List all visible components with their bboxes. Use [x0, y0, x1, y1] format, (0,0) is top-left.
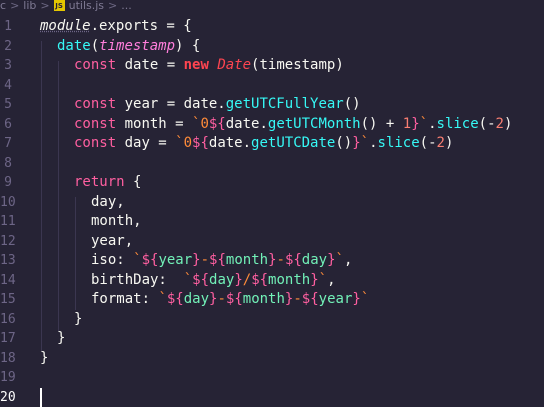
line-number: 14: [0, 271, 12, 291]
code-text: year,: [91, 232, 133, 252]
code-line: 7 const day = `0${date.getUTCDate()}`.sl…: [0, 134, 544, 154]
line-number-active: 20: [0, 388, 12, 407]
line-number: 5: [0, 95, 12, 115]
code-text: module.exports = {: [40, 17, 192, 37]
code-line: 13 iso: `${year}-${month}-${day}`,: [0, 251, 544, 271]
code-text: const date = new Date(timestamp): [74, 56, 344, 76]
code-line: 9 return {: [0, 173, 544, 193]
code-text: const year = date.getUTCFullYear(): [74, 95, 361, 115]
code-line: 3 const date = new Date(timestamp): [0, 56, 544, 76]
breadcrumb-item-root[interactable]: c: [0, 0, 6, 12]
line-number: 3: [0, 56, 12, 76]
line-number: 17: [0, 329, 12, 349]
code-line: 5 const year = date.getUTCFullYear(): [0, 95, 544, 115]
code-line-active: 20: [0, 388, 544, 407]
code-text: return {: [74, 173, 141, 193]
breadcrumb-item-more[interactable]: ...: [121, 0, 132, 12]
chevron-right-icon: >: [108, 0, 117, 12]
text-cursor: [40, 388, 42, 407]
line-number: 10: [0, 193, 12, 213]
line-number: 12: [0, 232, 12, 252]
javascript-file-icon: JS: [54, 0, 65, 11]
line-number: 4: [0, 76, 12, 96]
code-line: 16 }: [0, 310, 544, 330]
line-number: 11: [0, 212, 12, 232]
line-number: 2: [0, 37, 12, 57]
line-number: 15: [0, 290, 12, 310]
line-number: 13: [0, 251, 12, 271]
code-line: 1 module.exports = {: [0, 17, 544, 37]
line-number: 19: [0, 368, 12, 388]
code-line: 18 }: [0, 349, 544, 369]
code-text: date(timestamp) {: [57, 37, 200, 57]
code-line: 8: [0, 154, 544, 174]
code-line: 17 }: [0, 329, 544, 349]
line-number: 9: [0, 173, 12, 193]
code-text: const month = `0${date.getUTCMonth() + 1…: [74, 115, 512, 135]
code-editor[interactable]: 1 module.exports = { 2 date(timestamp) {…: [0, 12, 544, 401]
code-line: 12 year,: [0, 232, 544, 252]
breadcrumb-item-lib[interactable]: lib: [23, 0, 36, 12]
code-line: 2 date(timestamp) {: [0, 37, 544, 57]
line-number: 16: [0, 310, 12, 330]
code-text: }: [57, 329, 65, 349]
code-text: }: [74, 310, 82, 330]
code-text: iso: `${year}-${month}-${day}`,: [91, 251, 352, 271]
chevron-right-icon: >: [40, 0, 49, 12]
line-number: 6: [0, 115, 12, 135]
code-text: format: `${day}-${month}-${year}`: [91, 290, 369, 310]
code-line: 14 birthDay: `${day}/${month}`,: [0, 271, 544, 291]
line-number: 7: [0, 134, 12, 154]
code-line: 4: [0, 76, 544, 96]
code-line: 19: [0, 368, 544, 388]
code-text: birthDay: `${day}/${month}`,: [91, 271, 336, 291]
line-number: 1: [0, 17, 12, 37]
line-number: 18: [0, 349, 12, 369]
code-line: 6 const month = `0${date.getUTCMonth() +…: [0, 115, 544, 135]
code-text: }: [40, 349, 48, 369]
code-line: 15 format: `${day}-${month}-${year}`: [0, 290, 544, 310]
code-line: 11 month,: [0, 212, 544, 232]
code-text: const day = `0${date.getUTCDate()}`.slic…: [74, 134, 453, 154]
code-line: 10 day,: [0, 193, 544, 213]
chevron-right-icon: >: [10, 0, 19, 12]
code-text: day,: [91, 193, 125, 213]
line-number: 8: [0, 154, 12, 174]
breadcrumb-item-file[interactable]: utils.js: [69, 0, 104, 12]
code-text: month,: [91, 212, 142, 232]
